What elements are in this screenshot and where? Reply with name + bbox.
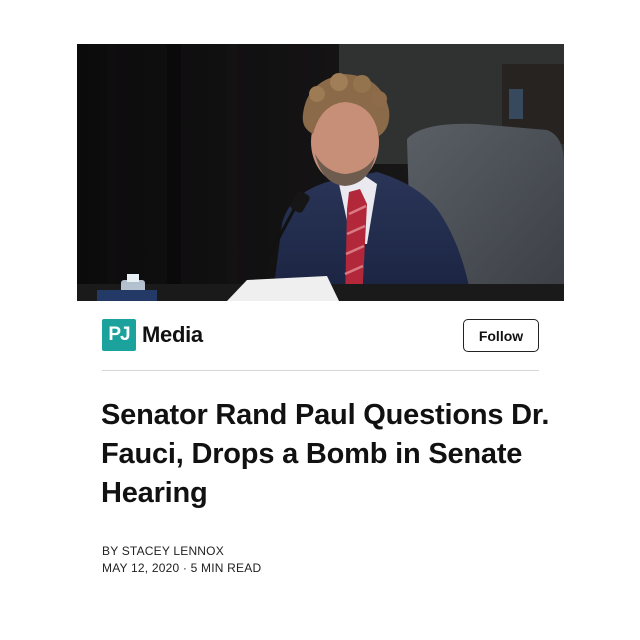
divider — [102, 370, 539, 371]
hero-photo-illustration — [77, 44, 564, 301]
article-date: MAY 12, 2020 — [102, 561, 180, 575]
publisher-name: Media — [142, 322, 203, 347]
follow-button[interactable]: Follow — [463, 319, 539, 352]
article-meta: MAY 12, 2020 · 5 MIN READ — [102, 559, 261, 577]
publisher-header[interactable]: PJ Media — [102, 318, 203, 352]
article-byline: BY STACEY LENNOX — [102, 544, 224, 558]
pj-media-logo-icon: PJ — [102, 319, 136, 351]
article-read-time: 5 MIN READ — [190, 561, 262, 575]
meta-separator: · — [182, 561, 188, 575]
article-headline[interactable]: Senator Rand Paul Questions Dr. Fauci, D… — [101, 396, 551, 513]
hero-image[interactable] — [77, 44, 564, 301]
